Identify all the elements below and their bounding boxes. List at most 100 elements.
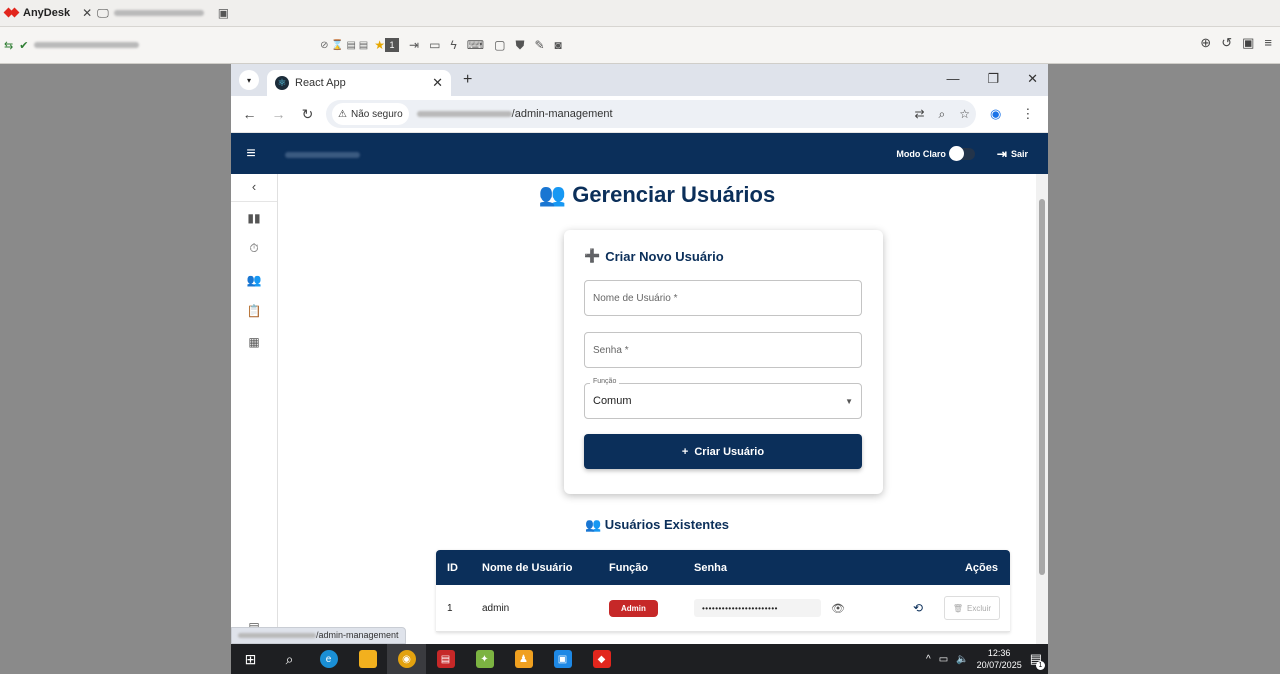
eye-icon[interactable]: 👁 (831, 602, 845, 615)
notifications-icon[interactable]: ▤ 1 (1030, 651, 1045, 670)
keyboard-icon[interactable]: ⌨ (467, 38, 484, 52)
role-select[interactable]: Comum ▼ (584, 383, 862, 419)
delete-button[interactable]: 🗑 Excluir (943, 596, 1000, 620)
minimize-icon[interactable]: — (946, 71, 959, 87)
clipboard-icon: 📋 (246, 303, 262, 318)
network-icon[interactable]: ▭ (939, 654, 948, 665)
tab-search-button[interactable]: ▾ (239, 70, 259, 90)
verified-icon: ✔ (19, 39, 29, 52)
browser-tab[interactable]: ⚛ React App ✕ (267, 70, 451, 96)
cell-password: ••••••••••••••••••••••• (694, 599, 821, 617)
reset-password-icon[interactable]: ⟲ (913, 601, 923, 615)
sidebar-item-timer[interactable]: ⏱ (231, 233, 277, 264)
scrollbar-thumb[interactable] (1039, 199, 1045, 575)
bar-chart-icon: ▮▮ (247, 210, 261, 225)
taskbar-edge[interactable]: e (309, 644, 348, 674)
taskbar-anydesk[interactable]: ◆ (582, 644, 621, 674)
system-tray: ^ ▭ 🔈 12:36 20/07/2025 ▤ 1 (926, 644, 1045, 674)
taskbar-chrome[interactable]: ◉ (387, 644, 426, 674)
reload-button[interactable]: ↻ (293, 106, 322, 123)
zoom-icon[interactable]: ⌕ (939, 107, 946, 122)
start-button[interactable]: ⊞ (231, 644, 270, 674)
folder-icon (358, 650, 377, 668)
new-session-icon[interactable]: ▣ (218, 6, 229, 20)
notification-count: 1 (1036, 661, 1045, 670)
menu-icon[interactable]: ≡ (1264, 35, 1272, 51)
screenshot-icon[interactable]: ◙ (555, 38, 562, 52)
forward-button[interactable]: → (264, 106, 293, 122)
taskbar-explorer[interactable] (348, 644, 387, 674)
status-url: /admin-management (231, 627, 406, 644)
monitor-icon: 🖵 (97, 5, 109, 20)
privacy-icon[interactable]: ⛊ (515, 38, 524, 53)
transfer-icon[interactable]: ⇥ (409, 38, 419, 52)
volume-icon[interactable]: 🔈 (956, 654, 968, 665)
role-label: Função (590, 378, 620, 385)
chevron-down-icon: ▼ (845, 396, 853, 406)
clock[interactable]: 12:36 20/07/2025 (977, 647, 1022, 671)
username-placeholder: Nome de Usuário * (593, 292, 678, 304)
username-field[interactable]: Nome de Usuário * (584, 280, 862, 316)
users-icon: 👥 (246, 272, 262, 287)
sidebar-item-reports[interactable]: 📋 (231, 295, 277, 326)
sidebar-collapse-button[interactable]: ‹ (231, 174, 277, 202)
actions-icon[interactable]: ϟ (450, 38, 456, 52)
url-host (416, 108, 512, 120)
cell-role: Admin (609, 599, 658, 617)
role-badge: Admin (609, 599, 658, 617)
taskbar-app-user[interactable]: ♟ (504, 644, 543, 674)
history-icon[interactable]: ↺ (1221, 35, 1232, 51)
url-path: /admin-management (511, 108, 613, 120)
tab-close-icon[interactable]: ✕ (432, 75, 443, 91)
hamburger-menu-icon[interactable]: ≡ (231, 145, 271, 163)
taskbar-app-vscode[interactable]: ✦ (465, 644, 504, 674)
window-close-icon[interactable]: ✕ (1027, 71, 1038, 87)
taskbar-app-red[interactable]: ▤ (426, 644, 465, 674)
app-red-icon: ▤ (436, 650, 455, 668)
translate-icon[interactable]: ⇄ (914, 107, 924, 122)
sidebar-item-company[interactable]: ▦ (231, 326, 277, 357)
password-field[interactable]: Senha * (584, 332, 862, 368)
person-add-icon: ➕ (584, 248, 601, 263)
table-row: 1 admin Admin ••••••••••••••••••••••• 👁 … (436, 585, 1010, 632)
theme-toggle[interactable] (948, 145, 975, 161)
sidebar-item-users[interactable]: 👥 (231, 264, 277, 295)
existing-users-title: 👥 Usuários Existentes (278, 517, 1036, 533)
anydesk-session-tab[interactable]: ✕ 🖵 (82, 6, 204, 21)
security-chip[interactable]: ⚠ Não seguro (332, 103, 409, 125)
warning-icon: ⚠ (338, 108, 347, 120)
tray-chevron-icon[interactable]: ^ (926, 654, 931, 665)
create-user-button[interactable]: + Criar Usuário (584, 434, 862, 469)
close-icon[interactable]: ✕ (82, 6, 92, 20)
back-button[interactable]: ← (235, 106, 264, 122)
page-scrollbar[interactable] (1036, 174, 1048, 644)
monitor-select-button[interactable]: 1 (385, 38, 399, 52)
logout-button[interactable]: ⇥ Sair (997, 147, 1028, 161)
existing-users-title-text: Usuários Existentes (604, 517, 730, 532)
chat-icon[interactable]: ▭ (429, 38, 440, 52)
react-favicon-icon: ⚛ (275, 76, 289, 90)
star-icon[interactable]: ★ (374, 38, 385, 52)
header-name: Nome de Usuário (482, 561, 573, 574)
more-menu-icon[interactable]: ⋮ (1021, 106, 1034, 122)
omnibox[interactable]: ⚠ Não seguro /admin-management ⇄ ⌕ ☆ (326, 100, 976, 128)
users-table: ID Nome de Usuário Função Senha Ações 1 … (436, 550, 1010, 632)
search-button[interactable]: ⌕ (270, 644, 309, 674)
bookmark-star-icon[interactable]: ☆ (959, 107, 970, 122)
connection-icon: ⇆ (4, 39, 14, 52)
create-user-card: ➕ Criar Novo Usuário Nome de Usuário * S… (564, 230, 883, 494)
sidebar-item-dashboard[interactable]: ▮▮ (231, 202, 277, 233)
permissions-icons: ⊘ ⌛ ▤ ▤ (320, 39, 369, 51)
restore-icon[interactable]: ❐ (987, 71, 999, 87)
download-icon[interactable]: ⊕ (1200, 35, 1211, 51)
logout-label: Sair (1010, 148, 1028, 159)
plus-icon: + (681, 445, 689, 458)
display-icon[interactable]: ▢ (494, 38, 505, 52)
whiteboard-icon[interactable]: ✎ (534, 38, 544, 52)
windows-taskbar: ⊞ ⌕ e ◉ ▤ ✦ ♟ ▣ ◆ ^ ▭ 🔈 12:36 20/07/2025… (231, 644, 1048, 674)
new-tab-button[interactable]: + (463, 71, 472, 89)
save-icon[interactable]: ▣ (1242, 35, 1254, 51)
theme-label: Modo Claro (896, 148, 946, 159)
taskbar-app-blue[interactable]: ▣ (543, 644, 582, 674)
profile-icon[interactable]: ◉ (990, 106, 1001, 122)
